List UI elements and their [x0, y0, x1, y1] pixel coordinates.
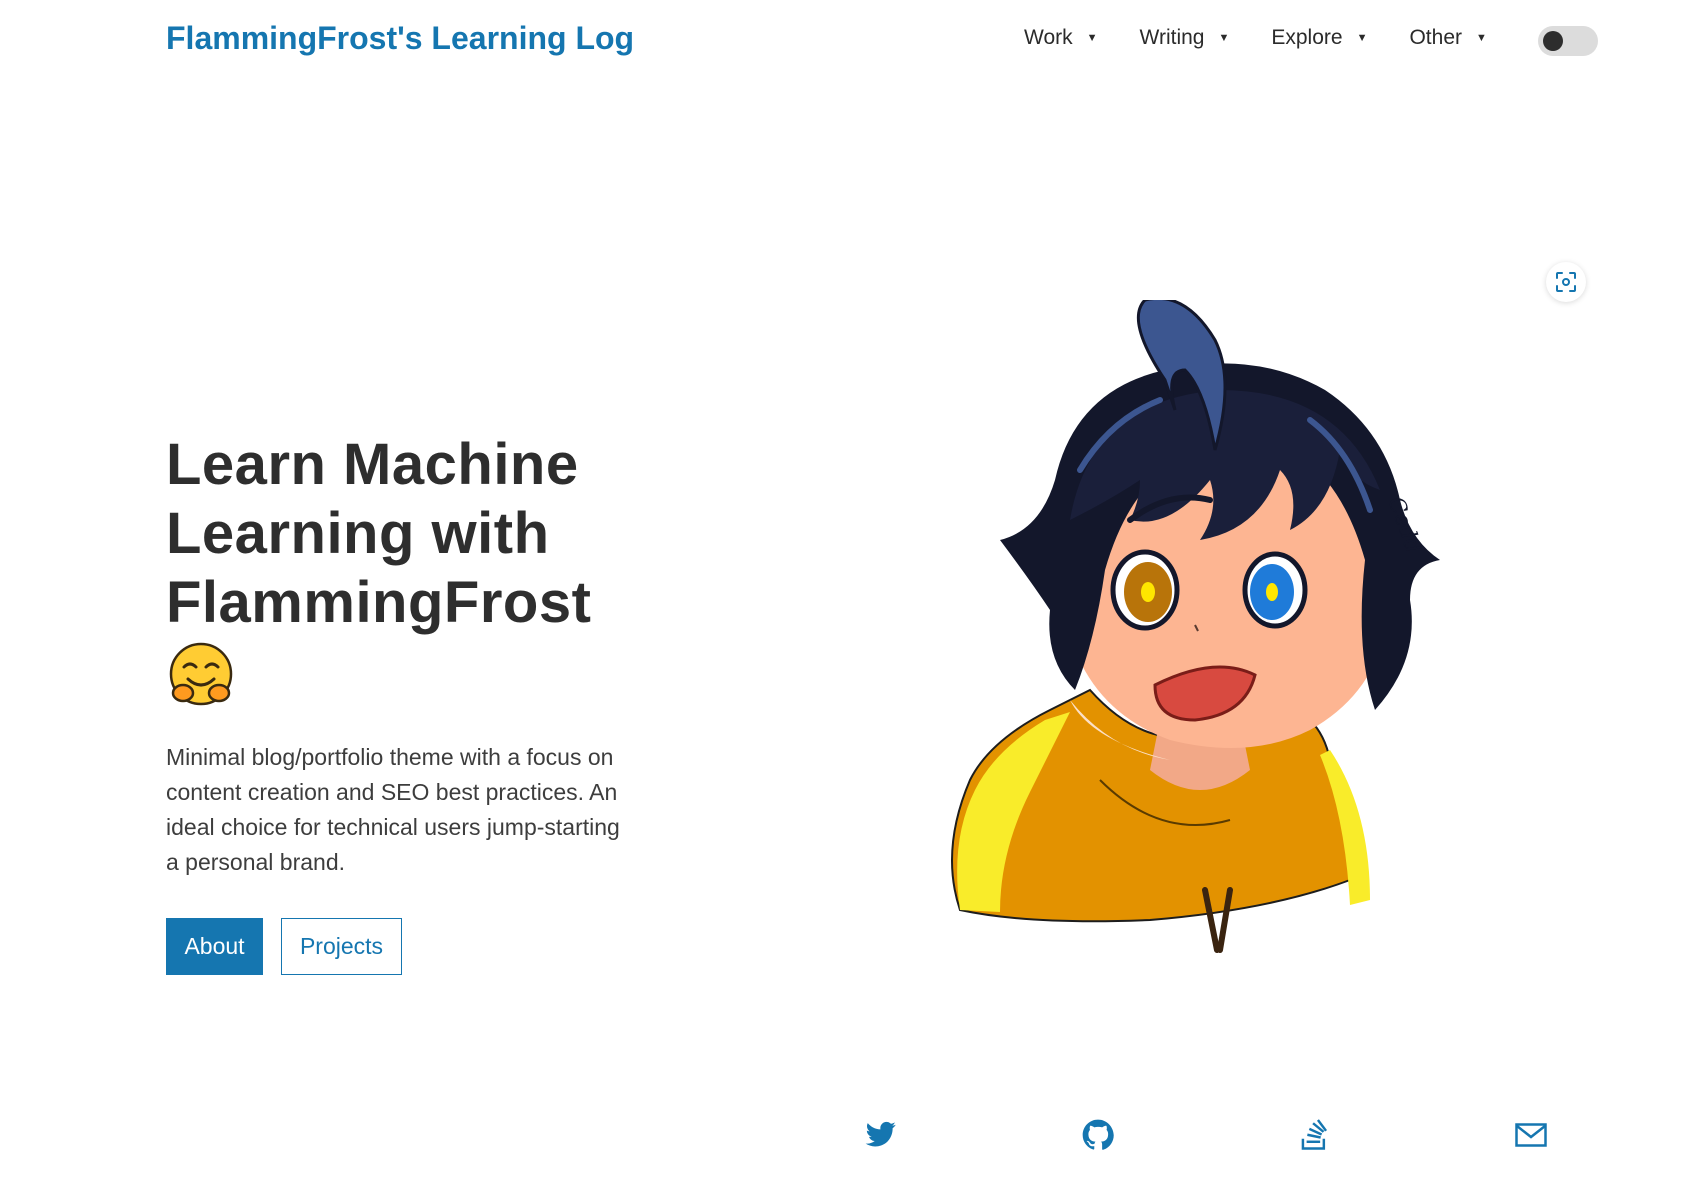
github-link[interactable] [1078, 1115, 1118, 1155]
site-header: FlammingFrost's Learning Log Work ▼ Writ… [0, 0, 1686, 82]
focus-mode-button[interactable] [1546, 262, 1586, 302]
nav-item-other[interactable]: Other ▼ [1409, 26, 1486, 50]
twitter-link[interactable] [861, 1115, 901, 1155]
nav-item-label: Other [1409, 26, 1462, 49]
site-brand-link[interactable]: FlammingFrost's Learning Log [166, 20, 634, 57]
toggle-knob [1543, 31, 1563, 51]
mail-icon [1515, 1123, 1547, 1147]
github-icon [1082, 1119, 1114, 1150]
nav-item-work[interactable]: Work ▼ [1024, 26, 1098, 50]
main-nav: Work ▼ Writing ▼ Explore ▼ Other ▼ [1024, 26, 1487, 50]
email-link[interactable] [1511, 1115, 1551, 1155]
hero-title-text: Learn Machine Learning with FlammingFros… [166, 432, 592, 635]
caret-down-icon: ▼ [1476, 32, 1487, 44]
stackoverflow-link[interactable] [1294, 1115, 1334, 1155]
theme-toggle[interactable] [1538, 26, 1598, 56]
focus-icon [1556, 272, 1576, 292]
nav-item-label: Writing [1139, 26, 1205, 49]
stackoverflow-icon [1301, 1119, 1328, 1150]
hugging-face-icon [169, 642, 233, 706]
anime-avatar-illustration: Cedd [951, 300, 1440, 953]
about-button[interactable]: About [166, 918, 263, 975]
nav-item-explore[interactable]: Explore ▼ [1271, 26, 1367, 50]
caret-down-icon: ▼ [1218, 32, 1230, 44]
twitter-icon [865, 1121, 896, 1147]
nav-item-writing[interactable]: Writing ▼ [1140, 26, 1230, 50]
hero-description: Minimal blog/portfolio theme with a focu… [166, 744, 620, 875]
hero-title: Learn Machine Learning with FlammingFros… [166, 430, 686, 711]
projects-button[interactable]: Projects [281, 918, 402, 975]
nav-item-label: Work [1024, 26, 1073, 49]
caret-down-icon: ▼ [1086, 32, 1098, 44]
caret-down-icon: ▼ [1356, 32, 1368, 44]
nav-item-label: Explore [1271, 26, 1343, 49]
